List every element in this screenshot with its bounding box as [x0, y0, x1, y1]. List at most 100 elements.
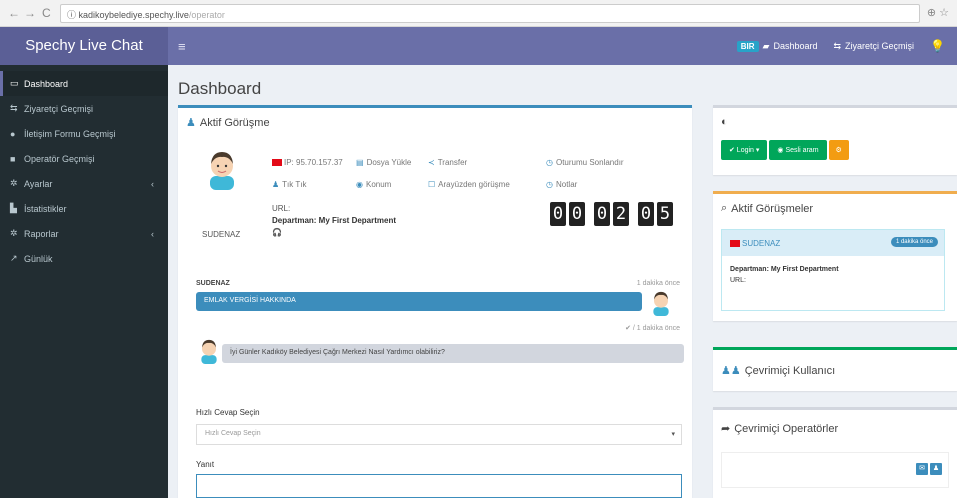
notes-label: Notlar [555, 180, 578, 189]
line-chart-icon: ↗ [10, 253, 18, 263]
timer-digit: 2 [613, 202, 629, 226]
timer-digit: 0 [638, 202, 654, 226]
brand-logo[interactable]: Spechy Live Chat [0, 27, 168, 65]
status-buttons: ✔ Login ▾ ◉ Sesli aram ⚙ [721, 140, 849, 160]
status-header: ◐ [713, 108, 957, 136]
turkey-flag-icon [272, 159, 282, 167]
reply-textarea[interactable] [196, 474, 682, 498]
visitor-ip: IP: 95.70.157.37 [272, 158, 343, 167]
sidebar-item-contact-form-history[interactable]: ● İletişim Formu Geçmişi [0, 121, 168, 146]
circle-icon: ● [10, 128, 16, 139]
operator-message: İyi Günler Kadıköy Belediyesi Çağrı Merk… [222, 344, 684, 363]
timer-digit: 0 [569, 202, 585, 226]
visitor-message: EMLAK VERGİSİ HAKKINDA [196, 292, 642, 311]
menu-toggle-icon[interactable]: ≡ [178, 39, 186, 54]
share-icon: ≺ [428, 158, 435, 167]
sidebar-item-log[interactable]: ↗ Günlük [0, 246, 168, 271]
session-card[interactable]: SUDENAZ 1 dakika önce Departman: My Firs… [721, 229, 945, 311]
visitor-name: SUDENAZ [202, 230, 241, 239]
back-icon[interactable]: ← [8, 6, 20, 20]
visitor-avatar-icon [210, 152, 234, 190]
top-navbar: Spechy Live Chat ≡ BIR ▰ Dashboard ⇆ Ziy… [0, 27, 957, 65]
dashboard-icon: ▰ [762, 40, 770, 51]
online-users-title: Çevrimiçi Kullanıcı [744, 364, 836, 377]
nav-dashboard[interactable]: BIR ▰ Dashboard [736, 40, 817, 52]
notes-link[interactable]: ◷ Notlar [546, 180, 577, 189]
chat-timer: 0 0 0 2 0 5 [550, 202, 673, 226]
session-department: Departman: My First Department [730, 266, 839, 273]
sidebar-item-settings[interactable]: ✲ Ayarlar ‹ [0, 171, 168, 196]
clock-icon: ◷ [546, 180, 553, 189]
timer-digit: 0 [550, 202, 566, 226]
sidebar-item-label: Dashboard [24, 78, 69, 89]
page-title: Dashboard [178, 79, 262, 98]
tik-tik-link[interactable]: ♟ Tık Tık [272, 180, 306, 189]
sidebar-item-statistics[interactable]: ▙ İstatistikler [0, 196, 168, 221]
session-card-body: Departman: My First Department URL: [722, 256, 944, 294]
sidebar-item-label: İstatistikler [24, 203, 67, 214]
session-visitor-name: SUDENAZ [742, 238, 781, 248]
active-sessions-box: ⌕ Aktif Görüşmeler SUDENAZ 1 dakika önce… [713, 191, 957, 321]
message-timestamp: ✔ / 1 dakika önce [625, 325, 680, 332]
sidebar-item-dashboard[interactable]: ▭ Dashboard [0, 71, 168, 96]
bookmark-icon[interactable]: ⊕ ☆ [927, 6, 949, 19]
login-button[interactable]: ✔ Login ▾ [721, 140, 768, 160]
top-nav-links: BIR ▰ Dashboard ⇆ Ziyaretçi Geçmişi 💡 [736, 27, 945, 65]
quick-reply-select[interactable]: Hızlı Cevap Seçin ▾ [196, 424, 682, 445]
status-box: ◐ ✔ Login ▾ ◉ Sesli aram ⚙ [713, 105, 957, 175]
turkey-flag-icon [730, 239, 740, 247]
online-users-header: ♟♟ Çevrimiçi Kullanıcı [713, 350, 957, 385]
visitor-url: URL: [272, 204, 291, 213]
online-users-box: ♟♟ Çevrimiçi Kullanıcı [713, 347, 957, 391]
ip-label: IP: 95.70.157.37 [284, 158, 343, 167]
sidebar-item-label: Ayarlar [24, 178, 53, 189]
transfer-label: Transfer [437, 158, 468, 167]
clock-icon: ◷ [546, 158, 553, 167]
url-host: ⓘ kadikoybelediye.spechy.live [67, 10, 189, 20]
exchange-icon: ⇆ [10, 103, 18, 113]
chevron-left-icon: ‹ [151, 228, 154, 239]
upload-file-link[interactable]: ▤ Dosya Yükle [356, 158, 411, 167]
active-chat-box: ♟ Aktif Görüşme SUDENAZ IP: 95.70.157.37… [178, 105, 692, 498]
transfer-link[interactable]: ≺ Transfer [428, 158, 467, 167]
tik-tik-label: Tık Tık [282, 180, 307, 189]
status-icon: ◐ [721, 116, 728, 128]
user-icon: ♟ [186, 117, 196, 129]
exchange-icon: ⇆ [833, 40, 842, 51]
sidebar-item-label: İletişim Formu Geçmişi [24, 128, 116, 139]
browser-toolbar: ← → C ⓘ kadikoybelediye.spechy.live/oper… [0, 0, 957, 27]
main-content: Dashboard ♟ Aktif Görüşme SUDENAZ IP: 95… [168, 65, 957, 498]
sidebar-item-visitor-history[interactable]: ⇆ Ziyaretçi Geçmişi [0, 96, 168, 121]
sidebar-item-label: Ziyaretçi Geçmişi [24, 103, 94, 114]
monitor-icon: ▭ [10, 78, 19, 88]
location-link[interactable]: ◉ Konum [356, 180, 391, 189]
headset-icon: 🎧 [272, 228, 282, 237]
chevron-left-icon: ‹ [151, 178, 154, 189]
session-url: URL: [730, 277, 746, 284]
lightbulb-icon[interactable]: 💡 [930, 39, 945, 53]
forward-icon[interactable]: → [24, 6, 36, 20]
settings-button[interactable]: ⚙ [828, 140, 849, 160]
sidebar-item-operator-history[interactable]: ■ Operatör Geçmişi [0, 146, 168, 171]
user-icon[interactable]: ♟ [930, 463, 942, 475]
end-session-link[interactable]: ◷ Oturumu Sonlandır [546, 158, 624, 167]
nav-visitor-history[interactable]: ⇆ Ziyaretçi Geçmişi [833, 41, 914, 52]
end-session-label: Oturumu Sonlandır [555, 158, 624, 167]
active-chat-title: Aktif Görüşme [199, 116, 270, 129]
operator-card[interactable]: ✉ ♟ [721, 452, 949, 488]
notification-badge: BIR [736, 40, 759, 52]
sidebar-item-label: Raporlar [24, 228, 59, 239]
sidebar: ▭ Dashboard ⇆ Ziyaretçi Geçmişi ● İletiş… [0, 65, 168, 498]
url-path: /operator [188, 10, 225, 20]
interface-chat-link[interactable]: ☐ Arayüzden görüşme [428, 180, 510, 189]
visitor-department: Departman: My First Department [272, 216, 397, 225]
reload-icon[interactable]: C [42, 6, 51, 20]
online-operators-box: ➦ Çevrimiçi Operatörler ✉ ♟ [713, 407, 957, 498]
sidebar-item-reports[interactable]: ✲ Raporlar ‹ [0, 221, 168, 246]
address-bar[interactable]: ⓘ kadikoybelediye.spechy.live/operator [60, 4, 920, 23]
message-icon[interactable]: ✉ [916, 463, 928, 475]
voice-call-button[interactable]: ◉ Sesli aram [769, 140, 827, 160]
folder-icon: ■ [10, 153, 16, 164]
visitor-avatar-icon [653, 291, 669, 316]
active-sessions-header: ⌕ Aktif Görüşmeler [713, 194, 957, 223]
